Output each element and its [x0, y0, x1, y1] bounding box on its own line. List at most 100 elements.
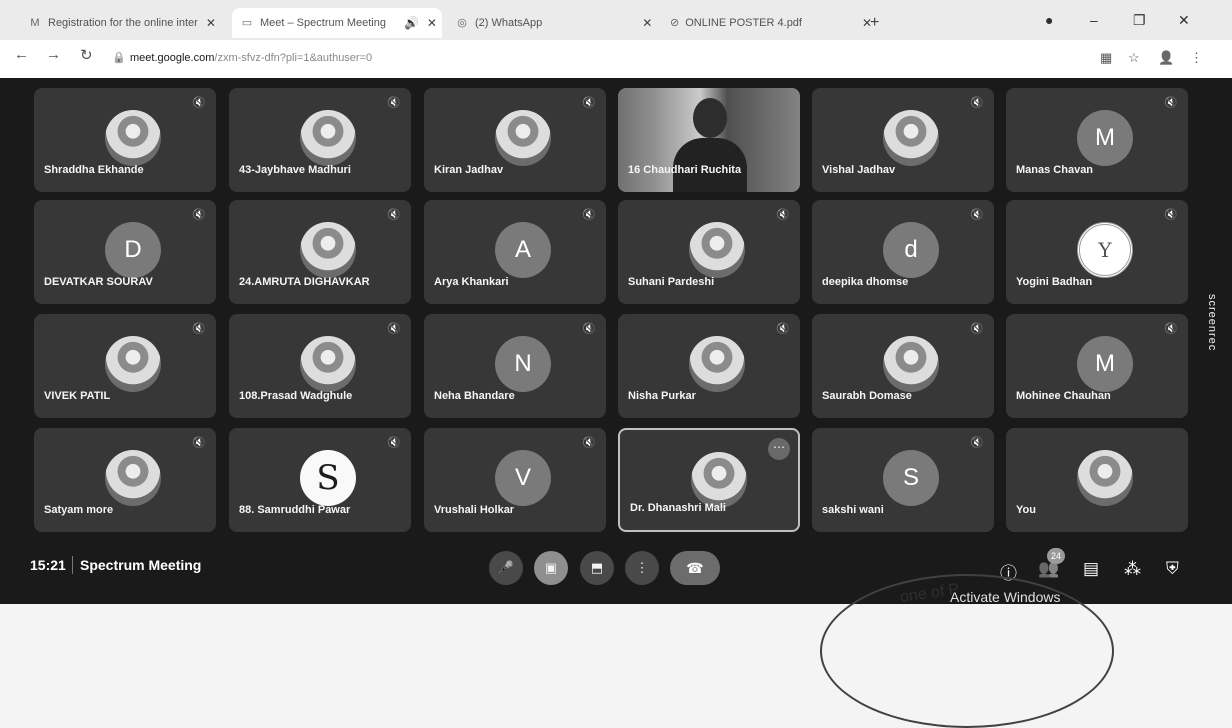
participant-tile[interactable]: 🔇 Kiran Jadhav — [424, 88, 606, 192]
avatar-photo — [300, 336, 356, 392]
tab-whatsapp[interactable]: ◎ (2) WhatsApp ✕ — [447, 8, 657, 38]
avatar-photo — [300, 222, 356, 278]
participant-tile[interactable]: S 🔇 sakshi wani — [812, 428, 994, 532]
muted-mic-icon: 🔇 — [582, 437, 596, 449]
profile-dot-icon[interactable]: ● — [1045, 12, 1053, 28]
participant-tile[interactable]: M 🔇 Mohinee Chauhan — [1006, 314, 1188, 418]
participant-tile[interactable]: 🔇 Vishal Jadhav — [812, 88, 994, 192]
participant-tile[interactable]: 🔇 Saurabh Domase — [812, 314, 994, 418]
microphone-button[interactable]: 🎤 — [489, 551, 523, 585]
avatar-letter: V — [495, 450, 551, 506]
minimize-icon[interactable]: – — [1090, 12, 1098, 28]
menu-dots-icon[interactable]: ⋮ — [1190, 50, 1203, 66]
forward-arrow-icon[interactable]: → — [46, 46, 61, 63]
tab-gmail[interactable]: M Registration for the online inter ✕ — [20, 8, 225, 38]
participant-tile[interactable]: V 🔇 Vrushali Holkar — [424, 428, 606, 532]
muted-mic-icon: 🔇 — [1164, 209, 1178, 221]
leave-call-button[interactable]: ☎ — [670, 551, 720, 585]
tab-meet[interactable]: ▭ Meet – Spectrum Meeting 🔊 ✕ — [232, 8, 442, 38]
host-controls-icon[interactable]: ⛨ — [1166, 559, 1179, 579]
participant-tile[interactable]: A 🔇 Arya Khankari — [424, 200, 606, 304]
chat-icon[interactable]: ▤ — [1083, 559, 1099, 579]
avatar-photo — [105, 110, 161, 166]
participant-name: Manas Chavan — [1016, 164, 1094, 176]
meet-icon: ▭ — [241, 17, 253, 29]
close-tab-icon[interactable]: ✕ — [206, 16, 216, 30]
participant-tile[interactable]: 🔇 Suhani Pardeshi — [618, 200, 800, 304]
more-options-button[interactable]: ⋮ — [625, 551, 659, 585]
participant-tile[interactable]: d 🔇 deepika dhomse — [812, 200, 994, 304]
camera-off-button[interactable]: ▣ — [534, 551, 568, 585]
participant-tile[interactable]: 🔇 Shraddha Ekhande — [34, 88, 216, 192]
muted-mic-icon: 🔇 — [970, 323, 984, 335]
present-screen-button[interactable]: ⬒ — [580, 551, 614, 585]
lock-icon: 🔒 — [112, 52, 126, 64]
participant-tile[interactable]: 🔇 Nisha Purkar — [618, 314, 800, 418]
tab-pdf[interactable]: ⊘ ONLINE POSTER 4.pdf ✕ — [662, 8, 872, 38]
participant-tile[interactable]: 🔇 108.Prasad Wadghule — [229, 314, 411, 418]
meeting-area: 🔇 Shraddha Ekhande 🔇 43-Jaybhave Madhuri 🔇 Ki… — [0, 78, 1232, 604]
participant-tile[interactable]: You — [1006, 428, 1188, 532]
activities-icon[interactable]: ⁂ — [1124, 559, 1141, 579]
url-field[interactable]: meet.google.com/zxm-sfvz-dfn?pli=1&authu… — [130, 52, 372, 64]
screenrec-watermark: screenrec — [1206, 294, 1218, 352]
participant-name: Satyam more — [44, 504, 114, 516]
participant-name: Yogini Badhan — [1016, 276, 1093, 288]
new-tab-button[interactable]: + — [870, 8, 879, 38]
muted-mic-icon: 🔇 — [970, 97, 984, 109]
avatar-photo — [1077, 450, 1133, 506]
restore-icon[interactable]: ❐ — [1133, 12, 1146, 29]
participant-tile[interactable]: 🔇 VIVEK PATIL — [34, 314, 216, 418]
participant-name: 43-Jaybhave Madhuri — [239, 164, 351, 176]
url-host: meet.google.com — [130, 52, 215, 64]
profile-avatar-icon[interactable]: 👤 — [1158, 50, 1174, 66]
url-path: /zxm-sfvz-dfn?pli=1&authuser=0 — [214, 52, 373, 64]
tab-label: ONLINE POSTER 4.pdf — [685, 17, 802, 29]
muted-mic-icon: 🔇 — [387, 97, 401, 109]
back-arrow-icon[interactable]: ← — [14, 46, 29, 63]
tab-label: Meet – Spectrum Meeting — [260, 17, 386, 29]
bookmark-star-icon[interactable]: ☆ — [1128, 50, 1140, 66]
avatar-photo — [883, 110, 939, 166]
close-tab-icon[interactable]: ✕ — [427, 16, 437, 30]
participant-tile[interactable]: 16 Chaudhari Ruchita — [618, 88, 800, 192]
participant-tile[interactable]: N 🔇 Neha Bhandare — [424, 314, 606, 418]
participant-tile[interactable]: M 🔇 Manas Chavan — [1006, 88, 1188, 192]
whatsapp-icon: ◎ — [457, 17, 467, 29]
participant-tile[interactable]: 🔇 Satyam more — [34, 428, 216, 532]
avatar-letter: D — [105, 222, 161, 278]
participant-name: Suhani Pardeshi — [628, 276, 715, 288]
avatar-letter: N — [495, 336, 551, 392]
participant-tile[interactable]: S 🔇 88. Samruddhi Pawar — [229, 428, 411, 532]
reload-icon[interactable]: ↻ — [80, 46, 93, 64]
participant-tile[interactable]: ⋯ Dr. Dhanashri Mali — [618, 428, 800, 532]
tile-options-icon[interactable]: ⋯ — [768, 438, 790, 460]
avatar-letter: A — [495, 222, 551, 278]
muted-mic-icon: 🔇 — [582, 97, 596, 109]
avatar-letter: M — [1077, 336, 1133, 392]
audio-icon[interactable]: 🔊 — [404, 16, 419, 30]
avatar-photo — [105, 336, 161, 392]
pdf-icon: ⊘ — [670, 17, 680, 29]
muted-mic-icon: 🔇 — [582, 209, 596, 221]
close-tab-icon[interactable]: ✕ — [642, 16, 652, 30]
participant-name: Nisha Purkar — [628, 390, 696, 402]
participant-name: Vrushali Holkar — [434, 504, 515, 516]
participant-tile[interactable]: 🔇 24.AMRUTA DIGHAVKAR — [229, 200, 411, 304]
participant-name: 88. Samruddhi Pawar — [239, 504, 351, 516]
muted-mic-icon: 🔇 — [970, 437, 984, 449]
participant-tile[interactable]: Y 🔇 Yogini Badhan — [1006, 200, 1188, 304]
participant-name: Dr. Dhanashri Mali — [630, 502, 726, 514]
meeting-time: 15:21 — [30, 557, 66, 573]
divider — [72, 556, 73, 574]
muted-mic-icon: 🔇 — [582, 323, 596, 335]
muted-mic-icon: 🔇 — [387, 323, 401, 335]
close-window-icon[interactable]: ✕ — [1178, 12, 1190, 29]
participant-name: DEVATKAR SOURAV — [44, 276, 153, 288]
participant-name: sakshi wani — [822, 504, 884, 516]
participant-name: 108.Prasad Wadghule — [239, 390, 353, 402]
translate-icon[interactable]: ▦ — [1100, 50, 1112, 66]
participant-tile[interactable]: D 🔇 DEVATKAR SOURAV — [34, 200, 216, 304]
participant-name: deepika dhomse — [822, 276, 909, 288]
participant-tile[interactable]: 🔇 43-Jaybhave Madhuri — [229, 88, 411, 192]
